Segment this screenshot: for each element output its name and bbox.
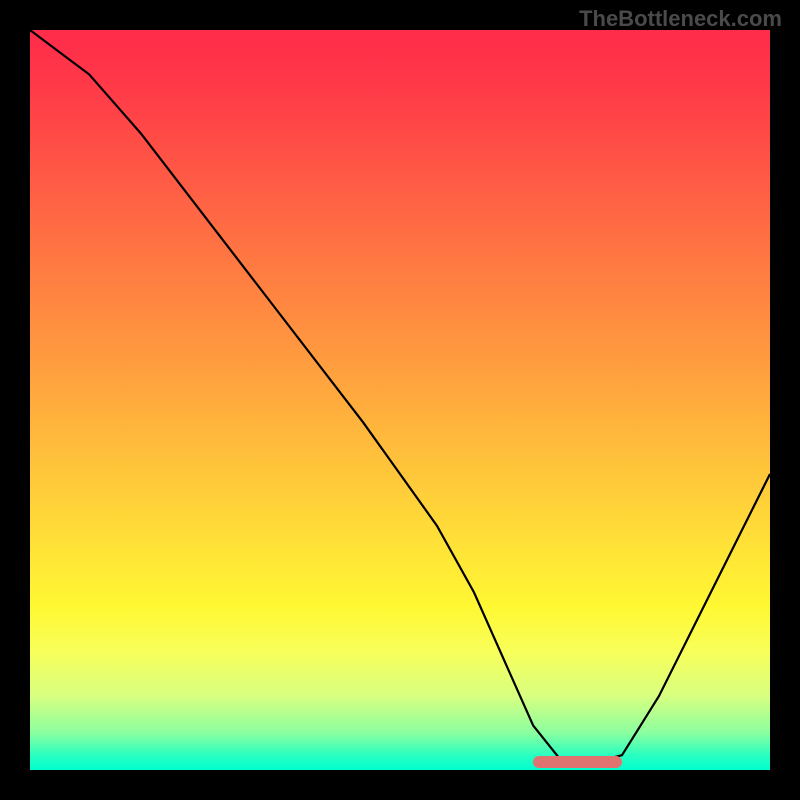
chart-plot-area	[30, 30, 770, 770]
watermark-text: TheBottleneck.com	[579, 6, 782, 32]
bottleneck-curve	[30, 30, 770, 770]
optimal-range-highlight	[533, 756, 622, 768]
